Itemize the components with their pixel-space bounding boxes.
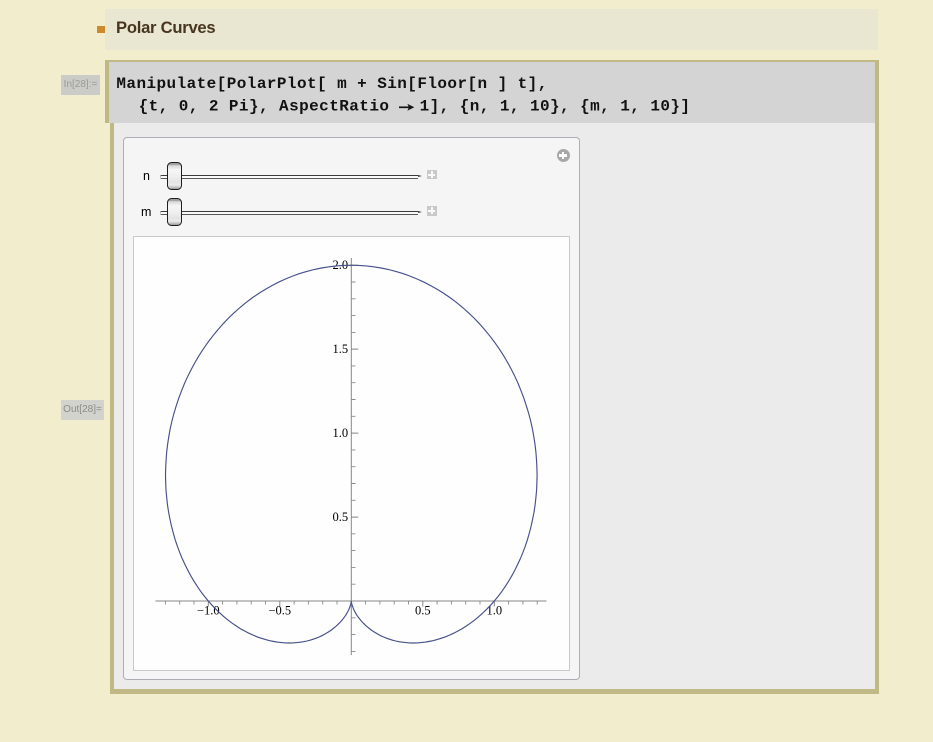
svg-text:Manipulate[PolarPlot[ m + Sin[: Manipulate[PolarPlot[ m + Sin[Floor[n ] …	[116, 75, 547, 93]
svg-text:1], {n, 1, 10}, {m, 1, 10}]: 1], {n, 1, 10}, {m, 1, 10}]	[420, 98, 691, 116]
svg-text:0.5: 0.5	[414, 604, 430, 618]
svg-text:1.5: 1.5	[332, 342, 348, 356]
svg-text:0.5: 0.5	[332, 510, 348, 524]
svg-text:1.0: 1.0	[332, 426, 348, 440]
svg-text:−0.5: −0.5	[268, 604, 291, 618]
svg-text:{t, 0, 2 Pi}, AspectRatio: {t, 0, 2 Pi}, AspectRatio	[139, 98, 390, 116]
svg-text:1.0: 1.0	[486, 604, 502, 618]
svg-text:−1.0: −1.0	[196, 604, 219, 618]
